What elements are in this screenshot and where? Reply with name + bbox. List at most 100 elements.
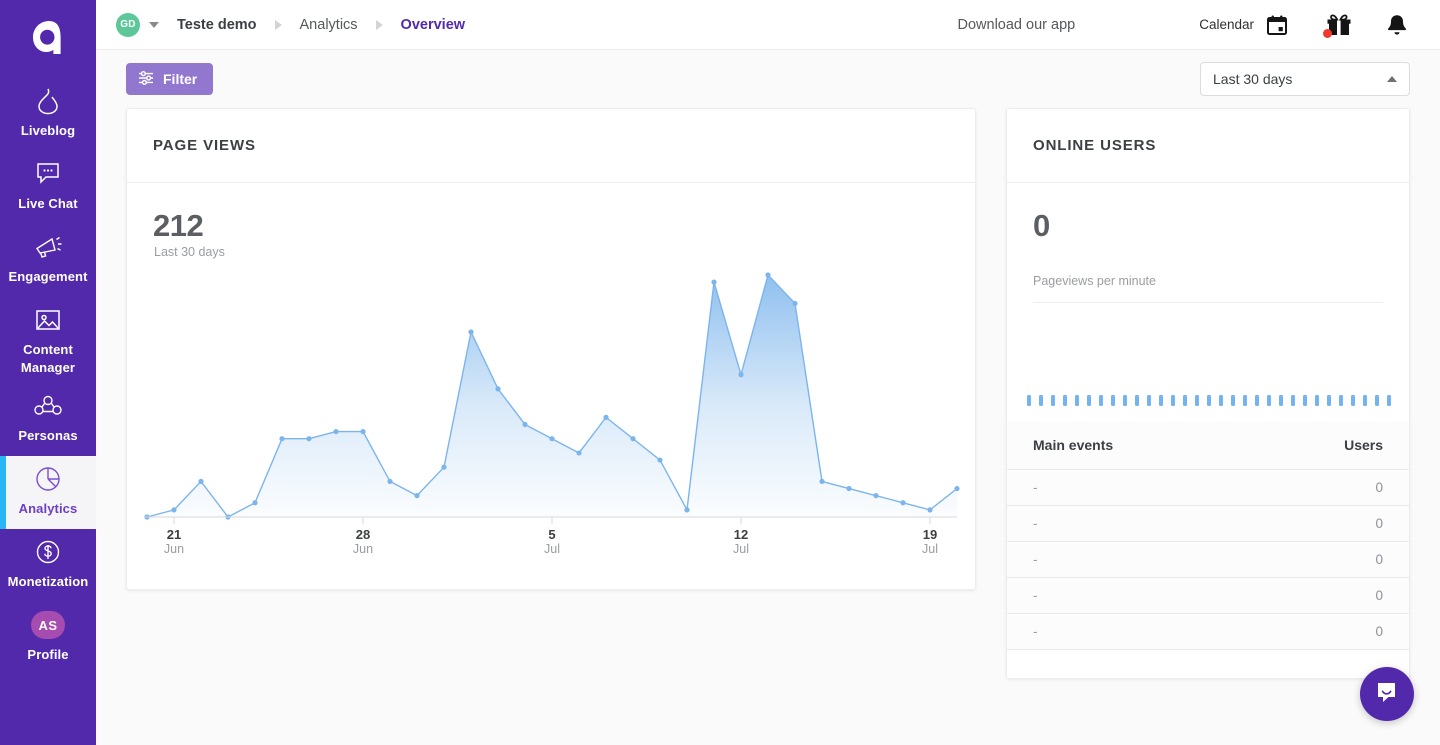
chart-data-point[interactable] xyxy=(549,436,555,442)
chat-bubble-icon xyxy=(31,159,65,189)
chart-data-point[interactable] xyxy=(171,507,177,513)
chart-data-point[interactable] xyxy=(630,436,636,442)
chart-data-point[interactable] xyxy=(765,272,771,278)
sidebar-item-monetization[interactable]: Monetization xyxy=(0,529,96,602)
page-views-kpi: 212 Last 30 days xyxy=(127,183,975,260)
breadcrumb: GD Teste demo Analytics Overview xyxy=(116,12,466,37)
table-row[interactable]: -0 xyxy=(1007,541,1409,578)
breadcrumb-item-workspace[interactable]: Teste demo xyxy=(159,17,257,33)
chevron-down-icon[interactable] xyxy=(149,21,159,28)
page-views-chart[interactable]: 21 Jun 28 Jun 5 Jul 12 Jul 19 Jul xyxy=(127,259,975,589)
chart-data-point[interactable] xyxy=(792,300,798,307)
chart-data-point[interactable] xyxy=(360,428,366,435)
chart-data-point[interactable] xyxy=(306,436,312,442)
right-column: ONLINE USERS 0 Pageviews per minute Main… xyxy=(1006,108,1410,679)
sparkline-bar xyxy=(1123,395,1127,406)
workspace-avatar[interactable]: GD xyxy=(116,12,140,37)
top-bar: GD Teste demo Analytics Overview Downloa… xyxy=(96,0,1440,50)
cell-users: 0 xyxy=(1245,613,1409,650)
chart-data-point[interactable] xyxy=(468,329,474,335)
sidebar-item-liveblog[interactable]: Liveblog xyxy=(0,78,96,151)
chart-data-point[interactable] xyxy=(954,485,960,492)
chart-x-tick-label: 28 Jun xyxy=(333,528,393,557)
sidebar-item-label: Content Manager xyxy=(20,342,76,375)
sidebar-item-engagement[interactable]: Engagement xyxy=(0,224,96,297)
gift-icon[interactable] xyxy=(1323,12,1352,38)
sparkline-bar xyxy=(1327,395,1331,406)
chart-data-point[interactable] xyxy=(576,450,582,456)
pie-chart-icon xyxy=(31,464,65,494)
sparkline-bar xyxy=(1087,395,1091,406)
chart-data-point[interactable] xyxy=(522,421,528,428)
table-row[interactable]: -0 xyxy=(1007,469,1409,506)
sidebar-item-label: Profile xyxy=(27,647,69,662)
sidebar-item-content-manager[interactable]: Content Manager xyxy=(0,297,96,383)
page-views-value: 212 xyxy=(153,208,204,243)
chart-data-point[interactable] xyxy=(738,372,744,378)
sidebar-item-label: Liveblog xyxy=(20,123,76,138)
chart-data-point[interactable] xyxy=(927,507,933,513)
date-range-value: Last 30 days xyxy=(1213,71,1293,87)
apester-a-logo-icon[interactable] xyxy=(24,16,72,60)
filter-button[interactable]: Filter xyxy=(126,63,214,95)
intercom-launcher-button[interactable] xyxy=(1360,667,1414,721)
calendar-button[interactable]: Calendar xyxy=(1199,12,1290,38)
chart-data-point[interactable] xyxy=(846,485,852,492)
chart-data-point[interactable] xyxy=(441,464,447,470)
sidebar-item-label: Analytics xyxy=(18,501,78,516)
table-row[interactable]: -0 xyxy=(1007,613,1409,650)
sidebar-nav: Liveblog Live Chat Engagement Content Ma… xyxy=(0,78,96,675)
calendar-label: Calendar xyxy=(1199,17,1254,32)
chart-data-point[interactable] xyxy=(495,386,501,392)
cell-event: - xyxy=(1007,541,1246,578)
sidebar-item-analytics[interactable]: Analytics xyxy=(0,456,96,529)
chart-data-point[interactable] xyxy=(333,428,339,435)
sparkline-bar xyxy=(1291,395,1295,406)
sidebar-item-profile[interactable]: AS Profile xyxy=(0,602,96,675)
online-users-title: ONLINE USERS xyxy=(1033,137,1157,154)
content-grid: PAGE VIEWS 212 Last 30 days 21 Jun 28 Ju… xyxy=(96,108,1440,679)
toolbar: Filter Last 30 days xyxy=(96,50,1440,108)
sidebar: Liveblog Live Chat Engagement Content Ma… xyxy=(0,0,96,745)
sparkline-bar xyxy=(1195,395,1199,406)
cell-users: 0 xyxy=(1245,541,1409,578)
tick-day: 12 xyxy=(733,527,749,542)
chart-data-point[interactable] xyxy=(198,478,204,485)
breadcrumb-item-analytics[interactable]: Analytics xyxy=(282,17,358,33)
bell-icon[interactable] xyxy=(1384,12,1410,38)
sidebar-item-live-chat[interactable]: Live Chat xyxy=(0,151,96,224)
chart-data-point[interactable] xyxy=(414,493,420,499)
column-header-main-events[interactable]: Main events xyxy=(1007,421,1246,470)
cell-users: 0 xyxy=(1245,505,1409,542)
sparkline-bar xyxy=(1111,395,1115,406)
chart-data-point[interactable] xyxy=(657,457,663,463)
sparkline-bar xyxy=(1147,395,1151,406)
dollar-circle-icon xyxy=(31,537,65,567)
column-header-users[interactable]: Users xyxy=(1245,421,1409,470)
chart-data-point[interactable] xyxy=(900,500,906,506)
chart-x-tick-label: 5 Jul xyxy=(522,527,582,557)
table-row[interactable]: -0 xyxy=(1007,505,1409,542)
chart-data-point[interactable] xyxy=(252,500,258,506)
chart-data-point[interactable] xyxy=(279,436,285,442)
download-app-link[interactable]: Download our app xyxy=(958,17,1076,33)
table-footer xyxy=(1007,650,1409,678)
table-row[interactable]: -0 xyxy=(1007,577,1409,614)
date-range-select[interactable]: Last 30 days xyxy=(1200,62,1410,96)
chart-data-point[interactable] xyxy=(711,279,717,285)
chart-data-point[interactable] xyxy=(387,478,393,485)
online-users-card: ONLINE USERS 0 Pageviews per minute Main… xyxy=(1006,108,1410,679)
chart-data-point[interactable] xyxy=(684,507,690,513)
breadcrumb-item-overview[interactable]: Overview xyxy=(383,17,466,33)
tick-day: 19 xyxy=(922,527,938,542)
sparkline-bar xyxy=(1171,395,1175,406)
sparkline-bar xyxy=(1027,395,1031,406)
tick-month: Jul xyxy=(922,542,938,556)
chart-data-point[interactable] xyxy=(819,478,825,485)
breadcrumb-separator-icon xyxy=(274,19,282,30)
sparkline-bar xyxy=(1387,395,1391,406)
tick-day: 5 xyxy=(548,527,556,542)
sidebar-item-personas[interactable]: Personas xyxy=(0,383,96,456)
chart-data-point[interactable] xyxy=(873,493,879,499)
chart-data-point[interactable] xyxy=(603,414,609,420)
